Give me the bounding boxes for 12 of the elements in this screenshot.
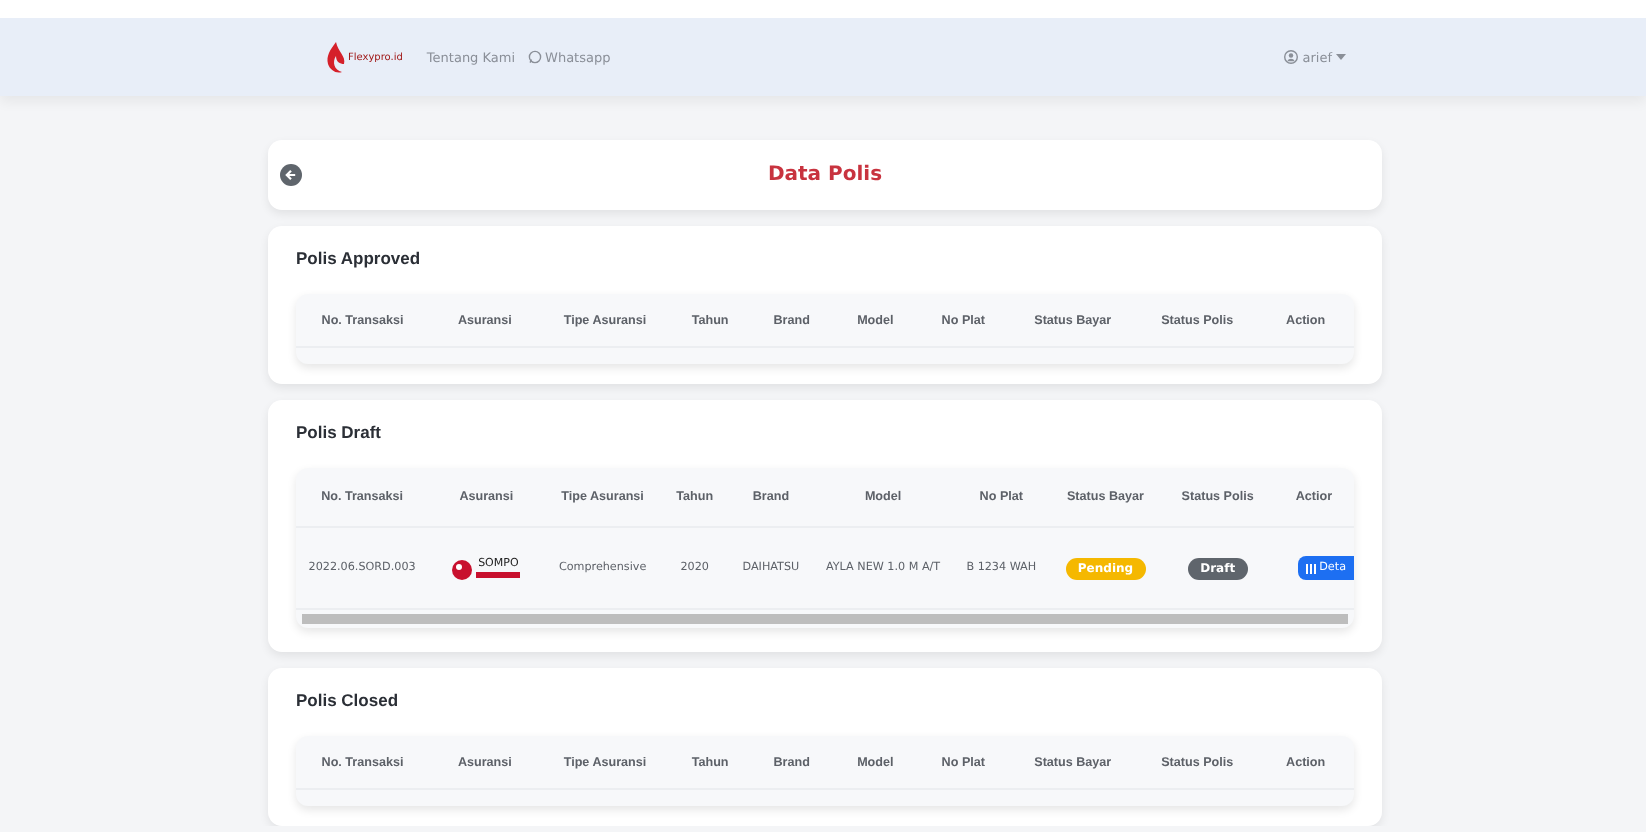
whatsapp-icon — [527, 50, 542, 64]
back-button[interactable] — [280, 164, 302, 186]
caret-icon — [1336, 54, 1346, 60]
arrow-left-icon — [284, 168, 298, 182]
page-title: Data Polis — [767, 164, 883, 186]
horizontal-scrollbar[interactable] — [296, 608, 1354, 628]
section-title: Polis Draft — [296, 422, 384, 442]
list-icon — [1305, 563, 1316, 573]
user-icon — [1284, 50, 1299, 64]
section-title: Polis Approved — [296, 248, 423, 268]
flame-logo-icon — [326, 41, 346, 73]
section-title: Polis Closed — [296, 690, 401, 710]
